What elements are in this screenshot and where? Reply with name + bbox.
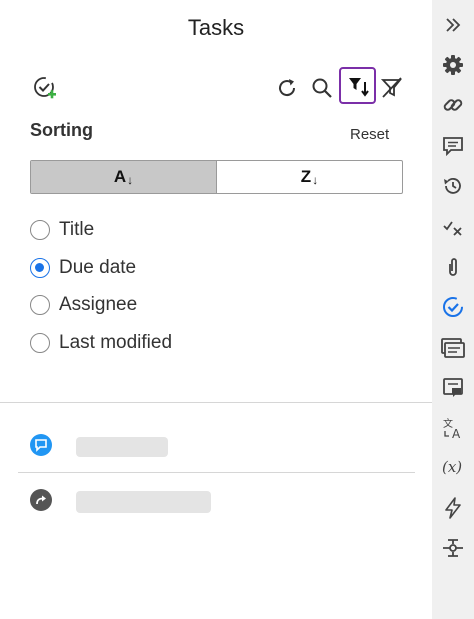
comment-box-icon[interactable] xyxy=(432,373,474,403)
reset-link[interactable]: Reset xyxy=(350,126,389,143)
sort-descending-button[interactable]: Z ↓ xyxy=(216,161,402,193)
sort-option-title[interactable]: Title xyxy=(30,219,94,241)
comment-icon[interactable] xyxy=(432,131,474,161)
search-icon[interactable] xyxy=(310,76,334,100)
sort-direction-toggle: A ↓ Z ↓ xyxy=(30,160,403,194)
radio-label: Due date xyxy=(59,257,137,278)
tasks-panel: Tasks Sorting Reset A ↓ Z ↓ Title Due da… xyxy=(0,0,432,619)
radio-button[interactable] xyxy=(30,295,50,315)
radio-button[interactable] xyxy=(30,333,50,353)
list-item-placeholder[interactable] xyxy=(76,437,168,457)
list-divider xyxy=(18,472,415,473)
radio-button[interactable] xyxy=(30,220,50,240)
history-icon[interactable] xyxy=(432,171,474,201)
sort-ascending-button[interactable]: A ↓ xyxy=(31,161,216,193)
gear-icon[interactable] xyxy=(432,50,474,80)
sort-filter-icon xyxy=(348,77,369,97)
svg-text:(x): (x) xyxy=(442,458,462,476)
right-sidebar: 文A (x) xyxy=(432,0,474,619)
comment-icon xyxy=(30,434,52,456)
variable-icon[interactable]: (x) xyxy=(432,452,474,482)
radio-button[interactable] xyxy=(30,258,50,278)
sort-filter-button[interactable] xyxy=(339,67,376,104)
sort-option-due-date[interactable]: Due date xyxy=(30,257,136,279)
clear-filter-icon[interactable] xyxy=(379,75,405,101)
sort-option-assignee[interactable]: Assignee xyxy=(30,294,137,316)
sort-option-last-modified[interactable]: Last modified xyxy=(30,332,172,354)
lightning-icon[interactable] xyxy=(432,493,474,523)
svg-text:A: A xyxy=(452,427,461,440)
check-x-icon[interactable] xyxy=(432,212,474,242)
section-divider xyxy=(0,402,432,403)
merge-icon[interactable] xyxy=(432,533,474,563)
sorting-heading: Sorting xyxy=(30,120,93,140)
panel-title: Tasks xyxy=(187,15,245,40)
share-arrow-icon xyxy=(30,489,52,511)
paperclip-icon[interactable] xyxy=(432,252,474,282)
collapse-chevrons-icon[interactable] xyxy=(432,10,474,40)
tasks-check-icon[interactable] xyxy=(432,292,474,322)
refresh-icon[interactable] xyxy=(275,76,299,100)
radio-label: Assignee xyxy=(59,294,138,315)
list-item-placeholder[interactable] xyxy=(76,491,211,513)
add-task-icon[interactable] xyxy=(32,75,58,101)
radio-label: Title xyxy=(59,219,95,240)
link-icon[interactable] xyxy=(432,90,474,120)
translate-icon[interactable]: 文A xyxy=(432,413,474,443)
radio-label: Last modified xyxy=(59,332,173,353)
cards-icon[interactable] xyxy=(432,333,474,363)
